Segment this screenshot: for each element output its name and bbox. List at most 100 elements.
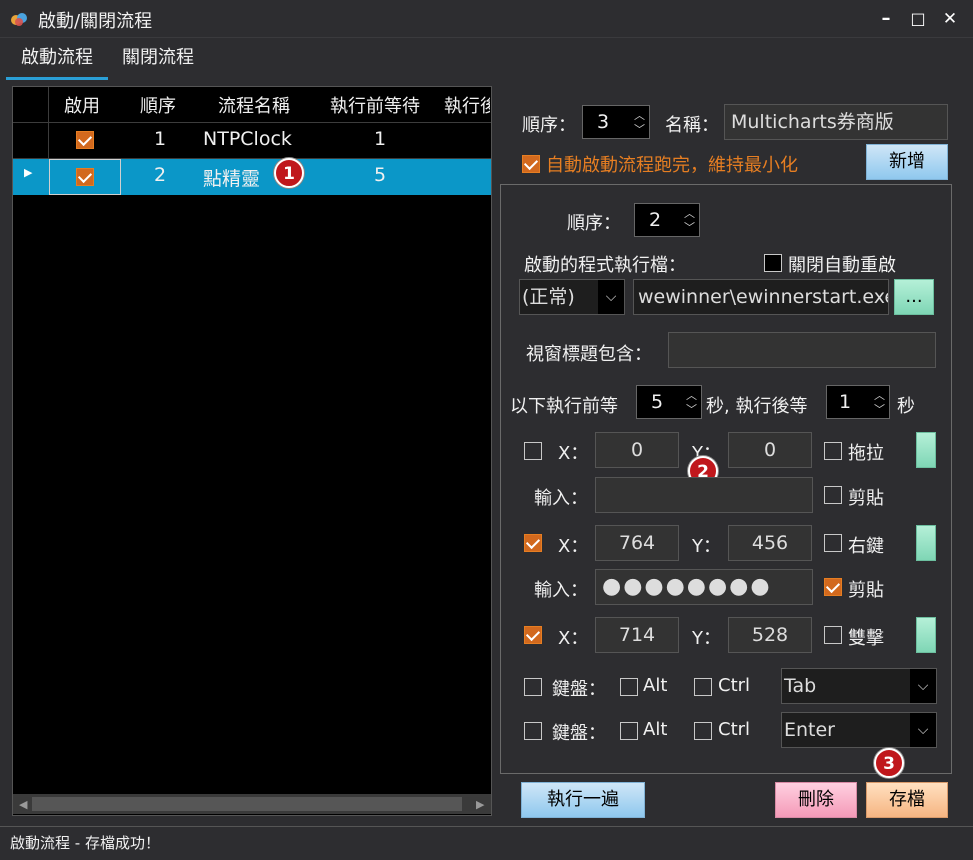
wait-after-spinner[interactable]: 1 ︿ ﹀ — [826, 385, 890, 419]
status-text: 啟動流程 - 存檔成功！ — [10, 834, 160, 852]
order-spinner[interactable]: 3 ︿ ﹀ — [582, 105, 650, 139]
row-order: 1 — [154, 128, 167, 150]
x-label: X： — [558, 628, 589, 649]
save-button[interactable]: 存檔 — [866, 782, 948, 818]
row-enabled-checkbox[interactable] — [76, 168, 94, 186]
action-2-text-input[interactable]: ●●●●●●●● — [595, 569, 813, 605]
scroll-left-icon[interactable]: ◀ — [19, 798, 27, 811]
right-click-checkbox[interactable] — [824, 534, 842, 552]
step-order-spinner[interactable]: 2 ︿ ﹀ — [634, 203, 700, 237]
wait-before-label: 以下執行前等 — [510, 396, 618, 417]
minimize-button[interactable]: – — [872, 6, 900, 32]
keyboard-2-checkbox[interactable] — [524, 722, 542, 740]
x-label: X： — [558, 536, 589, 557]
wait-before-value: 5 — [651, 391, 664, 413]
action-2-checkbox[interactable] — [524, 534, 542, 552]
action-1-text-input[interactable] — [595, 477, 813, 513]
keyboard-label: 鍵盤： — [552, 679, 606, 700]
action-2-x-input[interactable]: 764 — [595, 525, 679, 561]
row-name: 點精靈 — [203, 168, 261, 190]
spin-up-icon[interactable]: ︿ — [874, 390, 885, 402]
double-click-checkbox[interactable] — [824, 626, 842, 644]
action-1-x-input[interactable]: 0 — [595, 432, 679, 468]
close-restart-label: 關閉自動重啟 — [788, 255, 896, 276]
window-mode-dropdown[interactable]: (正常) ⌵ — [519, 279, 625, 315]
wait-after-value: 1 — [839, 391, 852, 413]
app-logo-icon — [11, 13, 27, 26]
spin-down-icon[interactable]: ﹀ — [684, 222, 695, 234]
alt-checkbox[interactable] — [620, 678, 638, 696]
pick-position-button[interactable] — [916, 617, 936, 653]
ctrl-label: Ctrl — [718, 675, 751, 696]
name-input[interactable]: Multicharts券商版 — [724, 104, 948, 140]
scrollbar-thumb[interactable] — [32, 797, 462, 811]
spin-down-icon[interactable]: ﹀ — [634, 124, 645, 136]
spin-up-icon[interactable]: ︿ — [634, 110, 645, 122]
drag-label: 拖拉 — [848, 443, 884, 464]
flow-grid[interactable] — [12, 86, 492, 816]
y-label: Y： — [692, 628, 721, 649]
wait-after-label: 秒, 執行後等 — [706, 396, 808, 417]
chevron-down-icon[interactable]: ⌵ — [598, 280, 624, 314]
right-click-label: 右鍵 — [848, 536, 884, 557]
key-value: Enter — [784, 719, 835, 741]
input-label: 輸入： — [534, 488, 588, 509]
pick-position-button[interactable] — [916, 525, 936, 561]
alt-label: Alt — [643, 675, 668, 696]
input-label: 輸入： — [534, 580, 588, 601]
paste-label: 剪貼 — [848, 580, 884, 601]
scroll-right-icon[interactable]: ▶ — [476, 798, 484, 811]
close-restart-checkbox[interactable] — [764, 254, 782, 272]
maximize-button[interactable]: □ — [904, 6, 932, 32]
action-3-y-input[interactable]: 528 — [728, 617, 812, 653]
tab-shutdown-flow[interactable]: 關閉流程 — [110, 38, 206, 80]
spin-down-icon[interactable]: ﹀ — [686, 404, 697, 416]
action-2-y-input[interactable]: 456 — [728, 525, 812, 561]
run-once-button[interactable]: 執行一遍 — [521, 782, 645, 818]
window-title: 啟動/關閉流程 — [38, 11, 153, 32]
row-order: 2 — [154, 164, 167, 186]
col-header-order[interactable]: 順序 — [140, 92, 176, 118]
col-header-wait-after[interactable]: 執行後 — [444, 92, 490, 118]
spin-up-icon[interactable]: ︿ — [684, 208, 695, 220]
auto-minimize-checkbox[interactable] — [522, 155, 540, 173]
double-click-label: 雙擊 — [848, 628, 884, 649]
action-3-x-input[interactable]: 714 — [595, 617, 679, 653]
keyboard-1-checkbox[interactable] — [524, 678, 542, 696]
ctrl-checkbox[interactable] — [694, 678, 712, 696]
row-name: NTPClock — [203, 128, 292, 150]
key-dropdown-2[interactable]: Enter ⌵ — [781, 712, 937, 748]
exe-path-input[interactable]: wewinner\ewinnerstart.exe — [633, 279, 889, 315]
action-1-y-input[interactable]: 0 — [728, 432, 812, 468]
spin-up-icon[interactable]: ︿ — [686, 390, 697, 402]
chevron-down-icon[interactable]: ⌵ — [910, 713, 936, 747]
action-3-checkbox[interactable] — [524, 626, 542, 644]
name-label: 名稱： — [665, 115, 719, 136]
pick-position-button[interactable] — [916, 432, 936, 468]
window-mode-value: (正常) — [522, 286, 575, 308]
chevron-down-icon[interactable]: ⌵ — [910, 669, 936, 703]
col-header-wait-before[interactable]: 執行前等待 — [330, 92, 420, 118]
key-dropdown-1[interactable]: Tab ⌵ — [781, 668, 937, 704]
add-button[interactable]: 新增 — [866, 144, 948, 180]
col-header-name[interactable]: 流程名稱 — [218, 92, 290, 118]
browse-button[interactable]: ... — [894, 279, 934, 315]
ctrl-checkbox[interactable] — [694, 722, 712, 740]
alt-label: Alt — [643, 719, 668, 740]
col-header-enabled[interactable]: 啟用 — [64, 92, 100, 118]
wait-before-spinner[interactable]: 5 ︿ ﹀ — [636, 385, 702, 419]
alt-checkbox[interactable] — [620, 722, 638, 740]
drag-checkbox[interactable] — [824, 442, 842, 460]
close-button[interactable]: ✕ — [936, 6, 964, 32]
spin-down-icon[interactable]: ﹀ — [874, 404, 885, 416]
paste-checkbox[interactable] — [824, 486, 842, 504]
exe-label: 啟動的程式執行檔： — [524, 255, 686, 276]
step-order-value: 2 — [649, 209, 662, 231]
row-enabled-checkbox[interactable] — [76, 131, 94, 149]
delete-button[interactable]: 刪除 — [775, 782, 857, 818]
paste-label: 剪貼 — [848, 488, 884, 509]
action-1-checkbox[interactable] — [524, 442, 542, 460]
paste-checkbox[interactable] — [824, 578, 842, 596]
window-title-input[interactable] — [668, 332, 936, 368]
tab-startup-flow[interactable]: 啟動流程 — [6, 38, 108, 80]
